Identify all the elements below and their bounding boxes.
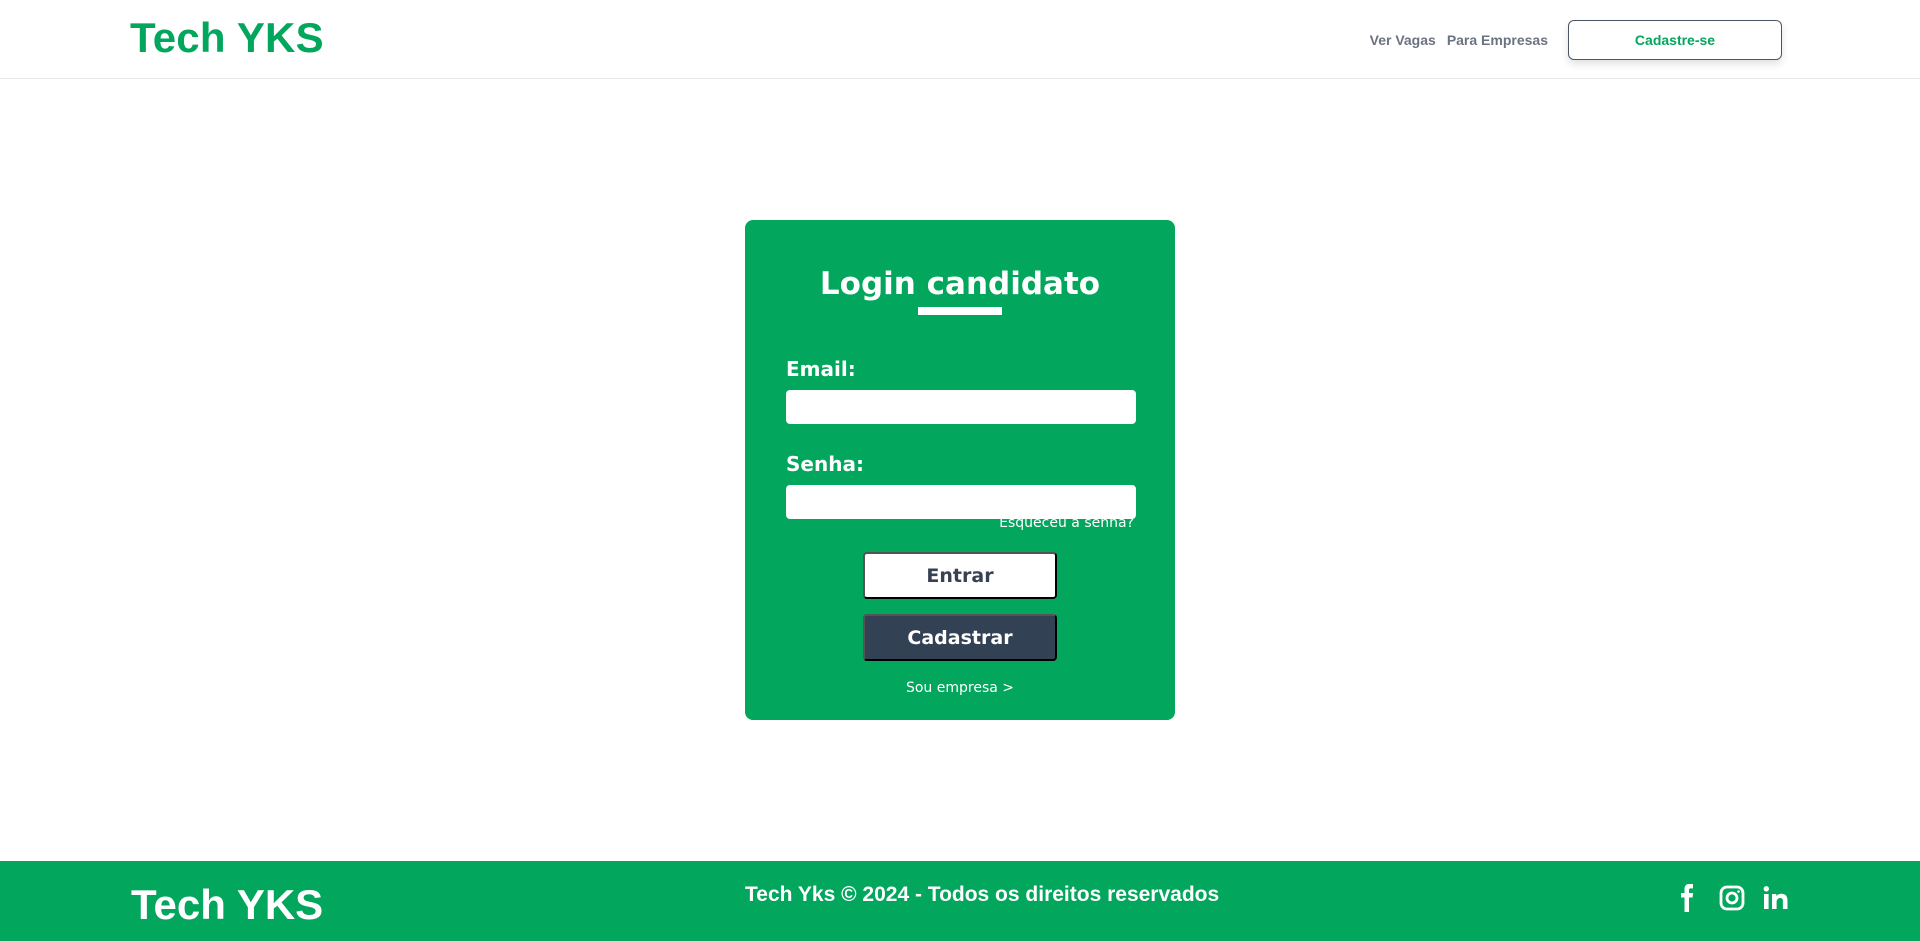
login-card: Login candidato Email: Senha: Esqueceu a… — [745, 220, 1175, 720]
nav-ver-vagas[interactable]: Ver Vagas — [1370, 32, 1436, 48]
login-title: Login candidato — [819, 266, 1101, 302]
linkedin-icon[interactable] — [1762, 883, 1790, 913]
email-field[interactable] — [786, 390, 1136, 424]
signup-button[interactable]: Cadastre-se — [1568, 20, 1782, 60]
password-field[interactable] — [786, 485, 1136, 519]
login-button[interactable]: Entrar — [863, 552, 1057, 599]
top-nav: Ver Vagas Para Empresas Cadastre-se — [1370, 20, 1782, 60]
footer-brand: Tech YKS — [131, 881, 324, 928]
nav-para-empresas[interactable]: Para Empresas — [1447, 32, 1548, 48]
email-label: Email: — [786, 357, 856, 381]
company-login-link[interactable]: Sou empresa > — [745, 680, 1175, 696]
footer-copyright: Tech Yks © 2024 - Todos os direitos rese… — [745, 883, 1220, 906]
instagram-icon[interactable] — [1718, 883, 1746, 913]
top-header: Tech YKS Ver Vagas Para Empresas Cadastr… — [0, 0, 1920, 79]
brand-logo[interactable]: Tech YKS — [130, 14, 324, 62]
title-underline — [918, 307, 1002, 315]
forgot-password-link[interactable]: Esqueceu a senha? — [999, 515, 1134, 531]
register-button[interactable]: Cadastrar — [863, 614, 1057, 661]
password-label: Senha: — [786, 452, 864, 476]
facebook-icon[interactable] — [1674, 883, 1702, 913]
footer: Tech YKS Tech Yks © 2024 - Todos os dire… — [0, 861, 1920, 941]
social-links — [1674, 883, 1790, 913]
